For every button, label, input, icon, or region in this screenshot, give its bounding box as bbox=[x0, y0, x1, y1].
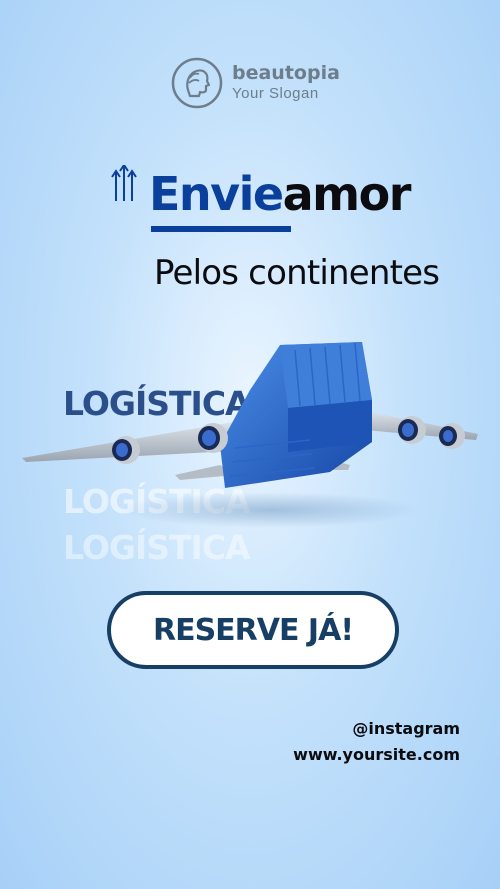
brand-name: beautopia bbox=[232, 62, 340, 84]
reserve-button-label: RESERVE JÁ! bbox=[152, 612, 354, 648]
contact-info: @instagram www.yoursite.com bbox=[293, 716, 460, 768]
logistics-label-faded: LOGÍSTICA bbox=[63, 528, 251, 567]
cargo-plane-icon bbox=[22, 342, 478, 528]
headline-subtitle: Pelos continentes bbox=[154, 253, 440, 293]
brand-logo: beautopia Your Slogan bbox=[170, 56, 340, 110]
headline-highlight: Envie bbox=[149, 167, 284, 221]
website-link[interactable]: www.yoursite.com bbox=[293, 742, 460, 768]
brand-slogan: Your Slogan bbox=[232, 85, 319, 102]
head-profile-icon bbox=[171, 57, 223, 109]
up-arrows-icon bbox=[111, 165, 137, 201]
headline: Envieamor bbox=[149, 164, 412, 224]
reserve-button[interactable]: RESERVE JÁ! bbox=[107, 591, 399, 669]
instagram-handle[interactable]: @instagram bbox=[293, 716, 460, 742]
headline-rest: amor bbox=[282, 167, 412, 221]
headline-underline bbox=[151, 226, 291, 232]
